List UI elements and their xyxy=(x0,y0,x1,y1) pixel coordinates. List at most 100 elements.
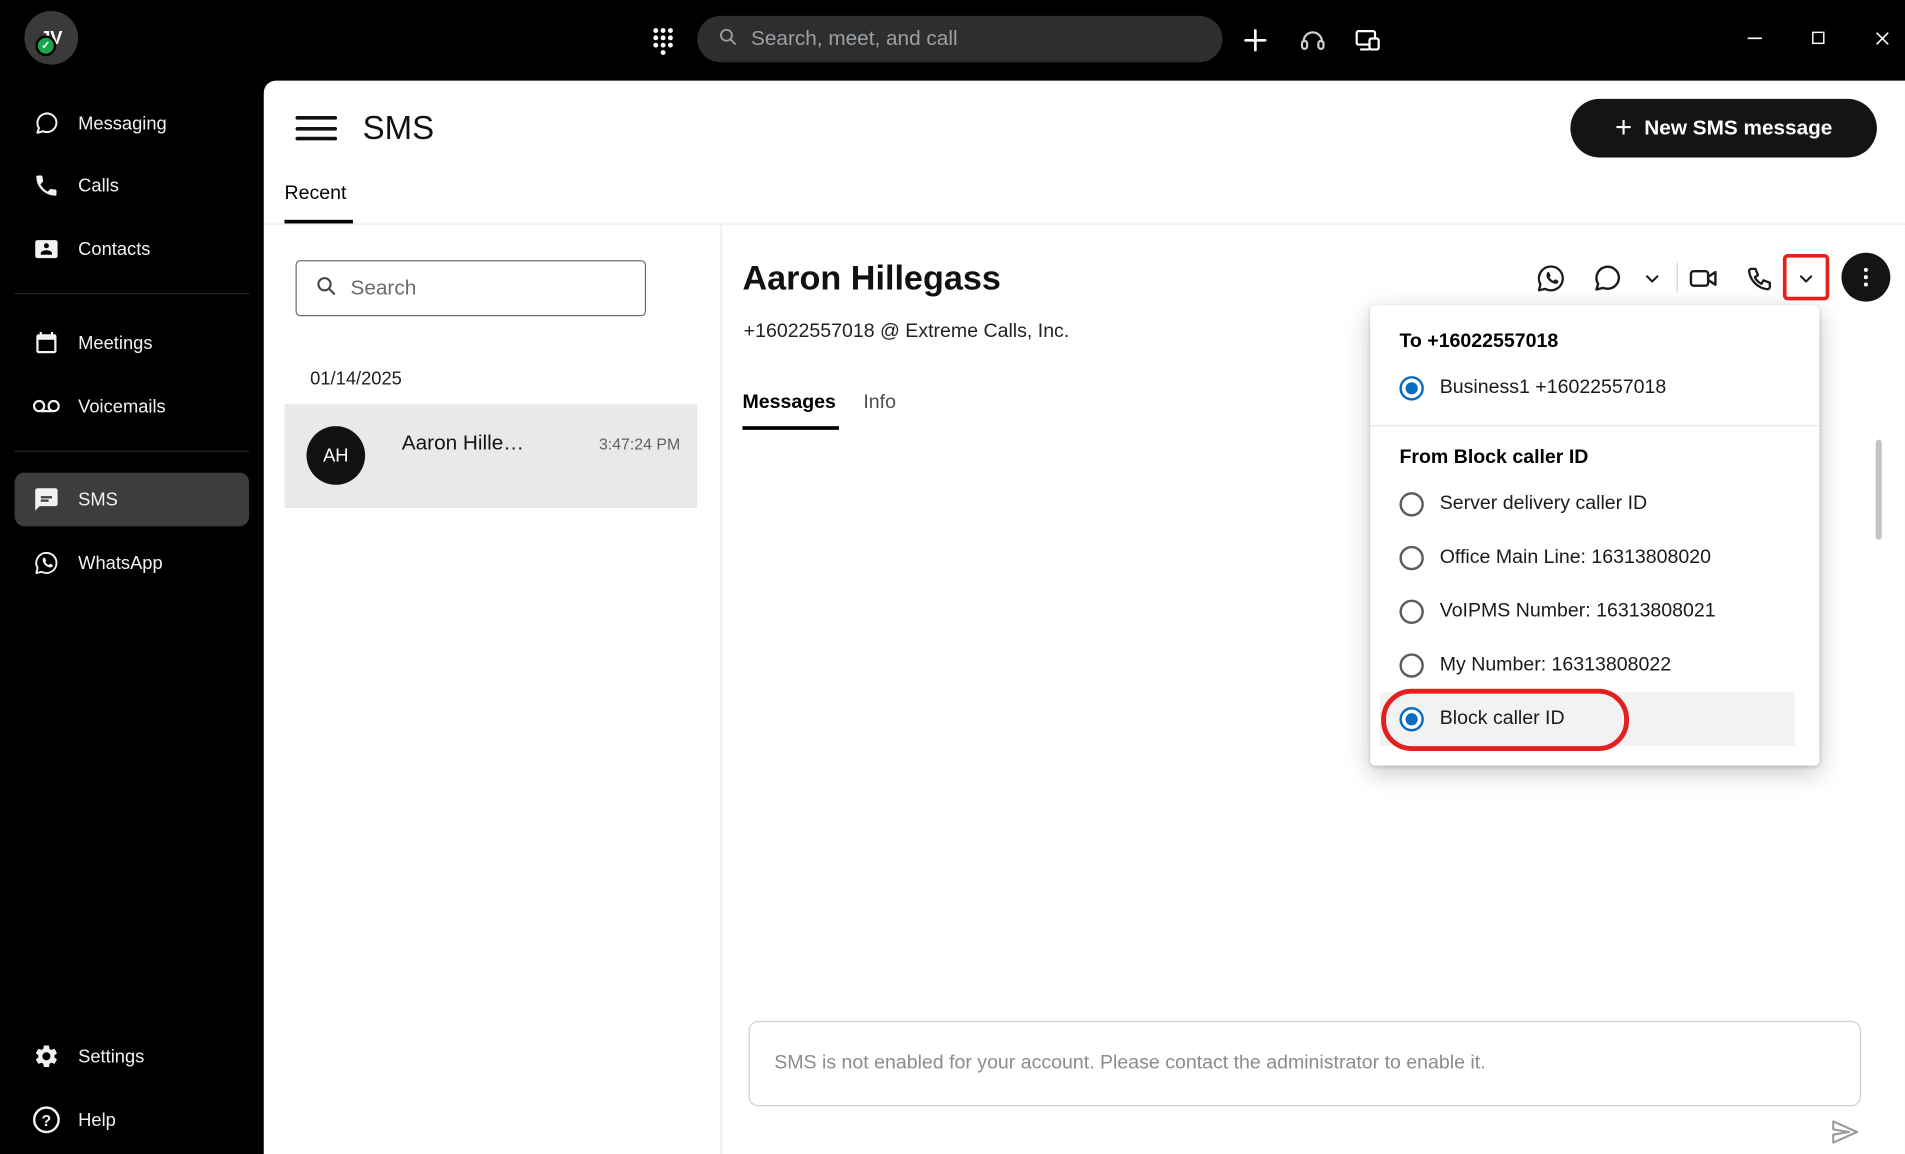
headset-icon[interactable] xyxy=(1293,0,1332,81)
sidebar-item-voicemails[interactable]: Voicemails xyxy=(15,380,249,434)
from-option-voipms-number[interactable]: VoIPMS Number: 16313808021 xyxy=(1370,585,1819,639)
radio-icon xyxy=(1399,492,1423,516)
app-screen: JV ✓ xyxy=(0,0,1905,1154)
from-heading: From Block caller ID xyxy=(1370,438,1819,477)
sidebar: Messaging Calls Contacts xyxy=(0,81,264,1154)
new-sms-message-label: New SMS message xyxy=(1644,116,1832,140)
sidebar-divider xyxy=(15,293,249,294)
app-window: JV ✓ xyxy=(0,0,1905,1154)
text-chat-icon[interactable] xyxy=(1589,260,1626,297)
conversation-title: Aaron Hillegass xyxy=(742,259,1000,298)
to-option-label: Business1 +16022557018 xyxy=(1440,377,1667,399)
from-option-server-delivery[interactable]: Server delivery caller ID xyxy=(1370,477,1819,531)
from-option-label: Server delivery caller ID xyxy=(1440,493,1647,515)
tab-messages-underline xyxy=(742,426,838,430)
tab-messages[interactable]: Messages xyxy=(742,392,835,414)
from-option-label: Block caller ID xyxy=(1440,708,1565,730)
sidebar-item-label: WhatsApp xyxy=(78,553,163,574)
page-title: SMS xyxy=(363,110,434,148)
caller-id-dropdown: To +16022557018 Business1 +16022557018 F… xyxy=(1370,305,1819,765)
radio-icon xyxy=(1399,653,1423,677)
whatsapp-icon xyxy=(32,548,61,577)
sidebar-item-meetings[interactable]: Meetings xyxy=(15,316,249,370)
messaging-icon xyxy=(32,109,61,138)
voicemail-icon xyxy=(32,392,61,421)
from-option-block-caller-id[interactable]: Block caller ID xyxy=(1380,692,1795,746)
radio-icon xyxy=(1399,707,1423,731)
sidebar-item-messaging[interactable]: Messaging xyxy=(15,96,249,150)
search-icon xyxy=(314,273,338,304)
message-time: 3:47:24 PM xyxy=(599,435,680,453)
hamburger-menu-icon[interactable] xyxy=(296,114,338,143)
sidebar-item-whatsapp[interactable]: WhatsApp xyxy=(15,536,249,590)
video-call-icon[interactable] xyxy=(1685,260,1722,297)
new-sms-message-button[interactable]: + New SMS message xyxy=(1570,99,1877,158)
from-option-label: VoIPMS Number: 16313808021 xyxy=(1440,601,1716,623)
toolbar-divider xyxy=(1677,263,1678,294)
conversation-list-item[interactable]: AH Aaron Hille… 3:47:24 PM xyxy=(285,404,698,508)
message-input[interactable] xyxy=(750,1022,1860,1105)
send-icon[interactable] xyxy=(1827,1114,1864,1151)
close-button[interactable] xyxy=(1854,10,1905,66)
from-option-label: Office Main Line: 16313808020 xyxy=(1440,547,1711,569)
sidebar-item-label: Calls xyxy=(78,175,119,196)
calendar-icon xyxy=(32,328,61,357)
sidebar-item-label: SMS xyxy=(78,489,118,510)
whatsapp-chat-icon[interactable] xyxy=(1533,260,1570,297)
chat-options-chevron-icon[interactable] xyxy=(1636,260,1668,297)
search-icon xyxy=(717,25,739,53)
new-actions-button[interactable] xyxy=(1236,0,1275,81)
radio-icon xyxy=(1399,376,1423,400)
conversation-detail: +16022557018 @ Extreme Calls, Inc. xyxy=(744,321,1070,343)
sidebar-item-settings[interactable]: Settings xyxy=(15,1029,249,1083)
sidebar-item-help[interactable]: ? Help xyxy=(15,1093,249,1147)
sidebar-item-label: Contacts xyxy=(78,239,150,260)
contacts-icon xyxy=(32,234,61,263)
sidebar-item-label: Meetings xyxy=(78,333,152,354)
sms-icon xyxy=(32,485,61,514)
plus-icon: + xyxy=(1615,114,1632,143)
gear-icon xyxy=(32,1042,61,1071)
scrollbar-thumb[interactable] xyxy=(1876,440,1882,540)
sidebar-item-label: Help xyxy=(78,1109,116,1130)
presence-available-icon: ✓ xyxy=(35,35,56,56)
message-composer[interactable] xyxy=(749,1021,1861,1106)
pane-divider xyxy=(720,225,721,1154)
tab-recent[interactable]: Recent xyxy=(285,183,347,205)
tabs-divider xyxy=(264,223,1905,224)
from-option-office-main-line[interactable]: Office Main Line: 16313808020 xyxy=(1370,531,1819,585)
date-header: 01/14/2025 xyxy=(310,369,402,390)
topbar: JV ✓ xyxy=(0,0,1905,81)
sidebar-item-label: Messaging xyxy=(78,113,167,134)
radio-icon xyxy=(1399,600,1423,624)
global-search-input[interactable] xyxy=(751,27,1203,51)
to-option-business1[interactable]: Business1 +16022557018 xyxy=(1370,361,1819,415)
main-content: SMS + New SMS message Recent 01/14/2025 … xyxy=(264,81,1905,1154)
help-icon: ? xyxy=(32,1105,61,1134)
sidebar-item-label: Settings xyxy=(78,1046,144,1067)
minimize-button[interactable] xyxy=(1727,10,1783,66)
contact-avatar: AH xyxy=(307,426,366,485)
global-search[interactable] xyxy=(697,16,1222,62)
more-options-button[interactable] xyxy=(1841,253,1890,302)
screen-share-icon[interactable] xyxy=(1348,0,1387,81)
apps-grid-icon[interactable] xyxy=(646,0,680,81)
sidebar-item-sms[interactable]: SMS xyxy=(15,473,249,527)
tab-info[interactable]: Info xyxy=(863,392,896,414)
caller-id-chevron-icon[interactable] xyxy=(1790,260,1822,297)
from-option-label: My Number: 16313808022 xyxy=(1440,655,1671,677)
phone-call-icon[interactable] xyxy=(1741,260,1778,297)
sidebar-item-contacts[interactable]: Contacts xyxy=(15,222,249,276)
menu-divider xyxy=(1370,425,1819,426)
sidebar-item-calls[interactable]: Calls xyxy=(15,159,249,213)
from-option-my-number[interactable]: My Number: 16313808022 xyxy=(1370,639,1819,693)
sidebar-item-label: Voicemails xyxy=(78,396,166,417)
phone-icon xyxy=(32,171,61,200)
sidebar-divider xyxy=(15,451,249,452)
conversation-search[interactable] xyxy=(296,260,646,316)
contact-name: Aaron Hille… xyxy=(402,431,524,455)
maximize-button[interactable] xyxy=(1790,10,1846,66)
to-heading: To +16022557018 xyxy=(1370,322,1819,361)
radio-icon xyxy=(1399,546,1423,570)
conversation-search-input[interactable] xyxy=(350,276,627,300)
